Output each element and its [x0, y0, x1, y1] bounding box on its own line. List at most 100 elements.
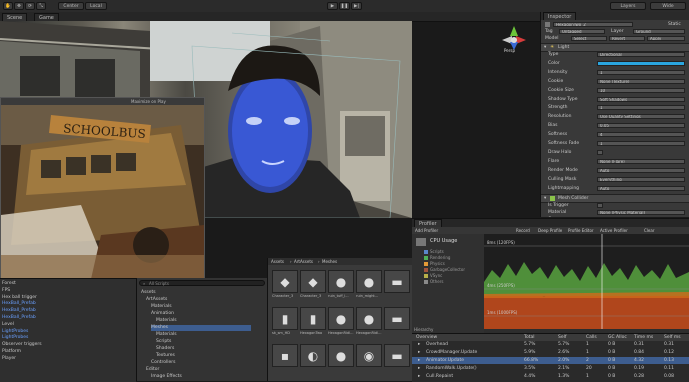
breadcrumb-artassets[interactable]: ArtAssets	[294, 258, 313, 265]
hierarchy-item[interactable]: Player	[2, 356, 16, 362]
asset-thumbnail[interactable]: ●	[356, 270, 382, 293]
asset-thumbnail[interactable]: ▮	[300, 307, 326, 330]
legend-swatch[interactable]	[424, 256, 428, 260]
hierarchy-item[interactable]: HexBall_Prefab	[2, 308, 36, 314]
add-profiler-dropdown[interactable]: Add Profiler	[415, 227, 438, 234]
project-folder-item[interactable]: Meshes	[151, 325, 251, 331]
expand-arrow-icon[interactable]: ▸	[418, 349, 420, 356]
hierarchy-item[interactable]: FPS	[2, 288, 10, 294]
hierarchy-item[interactable]: Forest	[2, 281, 16, 287]
project-folder-item[interactable]: Materials	[151, 304, 172, 310]
table-row[interactable]: RandomWalk.Update() 3.5% 2.1% 20 0 B 0.19 0.11…	[412, 365, 689, 372]
legend-swatch[interactable]	[424, 280, 428, 284]
prop-value-field[interactable]: 1	[597, 69, 685, 75]
legend-swatch[interactable]	[424, 268, 428, 272]
expand-arrow-icon[interactable]: ▸	[418, 341, 420, 348]
column-header[interactable]: Total	[524, 334, 535, 341]
column-header[interactable]: Calls	[586, 334, 597, 341]
tab-game[interactable]: Game	[34, 13, 59, 21]
asset-thumbnail[interactable]: ▬	[384, 344, 410, 367]
model-select-button[interactable]: Select	[571, 36, 607, 41]
hierarchy-item[interactable]: Level	[2, 322, 14, 328]
legend-swatch[interactable]	[424, 250, 428, 254]
active-profiler-dropdown[interactable]: Active Profiler	[600, 227, 628, 234]
prop-value-field[interactable]: None (Physic Material)	[597, 210, 685, 215]
prop-value-field[interactable]: 1	[597, 141, 685, 146]
prop-value-field[interactable]	[597, 149, 603, 155]
project-folder-item[interactable]: Materials	[156, 332, 177, 338]
table-row[interactable]: Overhead 5.7% 5.7% 1 0 B 0.31 0.31 ▸	[412, 341, 689, 348]
prop-value-field[interactable]: 0.05	[597, 123, 685, 129]
object-active-checkbox[interactable]	[545, 22, 550, 27]
asset-thumbnail[interactable]: ▬	[384, 270, 410, 293]
rotate-tool-button[interactable]: ⟳	[25, 2, 35, 10]
expand-arrow-icon[interactable]: ▸	[418, 357, 420, 364]
object-name-field[interactable]: HexagonTwo_2	[553, 22, 633, 27]
asset-thumbnail[interactable]: ▬	[384, 307, 410, 330]
play-button[interactable]: ▶	[327, 2, 338, 10]
asset-thumbnail[interactable]: ◐	[300, 344, 326, 367]
prop-value-field[interactable]: Use Quality Settings	[597, 114, 685, 120]
table-row[interactable]: CrowdManager.Update 5.9% 2.6% 1 0 B 0.84 0.12 ▸	[412, 349, 689, 356]
prop-value-field[interactable]: Auto	[597, 185, 685, 191]
project-folder-item[interactable]: Animation	[151, 311, 174, 317]
table-row[interactable]: Cull.Repaint 4.4% 1.3% 1 0 B 0.28 0.08 ▸	[412, 373, 689, 380]
space-toggle-button[interactable]: Local	[85, 2, 107, 10]
scene-orientation-gizmo[interactable]: Persp	[500, 24, 528, 54]
column-header[interactable]: Time ms	[634, 334, 653, 341]
hierarchy-mode-label[interactable]: Hierarchy	[414, 327, 433, 332]
project-folder-item[interactable]: ArtAssets	[146, 297, 167, 303]
asset-thumbnail[interactable]: ◉	[356, 344, 382, 367]
asset-thumbnail[interactable]: ◆	[300, 270, 326, 293]
collider-enabled-checkbox[interactable]	[550, 196, 555, 201]
asset-thumbnail[interactable]: ●	[356, 307, 382, 330]
prop-value-field[interactable]: None (Flare)	[597, 158, 685, 164]
cpu-usage-graph[interactable]: 8ms (120FPS) 4ms (250FPS) 1ms (1000FPS)	[484, 234, 689, 329]
project-folder-item[interactable]: Scripts	[156, 339, 171, 345]
expand-arrow-icon[interactable]: ▸	[418, 365, 420, 372]
legend-swatch[interactable]	[424, 274, 428, 278]
project-folder-item[interactable]: Textures	[156, 353, 175, 359]
asset-thumbnail[interactable]: ●	[328, 344, 354, 367]
asset-thumbnail[interactable]: ◆	[272, 270, 298, 293]
pivot-toggle-button[interactable]: Center	[58, 2, 84, 10]
tab-profiler[interactable]: Profiler	[414, 219, 442, 227]
asset-thumbnail[interactable]: ▪	[272, 344, 298, 367]
column-header[interactable]: Overview	[416, 334, 437, 341]
prop-value-field[interactable]: Everything	[597, 176, 685, 182]
hierarchy-item[interactable]: Observer triggers	[2, 342, 42, 348]
breadcrumb-assets[interactable]: Assets	[271, 258, 284, 265]
game-view[interactable]: Maximize on Play SCHOOLBUS	[0, 97, 205, 280]
breadcrumb-meshes[interactable]: Meshes	[322, 258, 337, 265]
project-folder-item[interactable]: Controllers	[151, 360, 175, 366]
project-folder-item[interactable]: Assets	[141, 290, 156, 296]
scale-tool-button[interactable]: ⤡	[36, 2, 46, 10]
static-checkbox[interactable]: Static	[668, 21, 681, 28]
hierarchy-item[interactable]: LightProbes	[2, 335, 28, 341]
hierarchy-item[interactable]: LightProbes	[2, 329, 28, 335]
hierarchy-item[interactable]: Platform	[2, 349, 21, 355]
asset-thumbnail[interactable]: ▮	[272, 307, 298, 330]
prop-value-field[interactable]: 10	[597, 87, 685, 93]
prop-value-field[interactable]: Directional	[597, 52, 685, 57]
project-search-field[interactable]: ⌕ All Scripts	[139, 280, 265, 286]
prop-value-field[interactable]	[597, 60, 685, 66]
tab-inspector[interactable]: Inspector	[543, 12, 577, 20]
prop-value-field[interactable]: 4	[597, 132, 685, 138]
layer-dropdown[interactable]: Ground	[633, 29, 685, 34]
hierarchy-item[interactable]: HexBall_Prefab	[2, 315, 36, 321]
table-row[interactable]: Animator.Update 66.8% 2.0% 2 0 B 4.32 0.13 ▸	[412, 357, 689, 364]
project-folder-item[interactable]: Materials	[156, 318, 177, 324]
column-header[interactable]: Self ms	[664, 334, 681, 341]
pause-button[interactable]: ❚❚	[339, 2, 350, 10]
project-folder-item[interactable]: Shaders	[156, 346, 174, 352]
prop-value-field[interactable]: 1	[597, 105, 685, 111]
asset-thumbnail[interactable]: ●	[328, 307, 354, 330]
model-apply-button[interactable]: Apply	[647, 36, 685, 41]
expand-arrow-icon[interactable]: ▸	[418, 373, 420, 380]
layout-dropdown[interactable]: Wide	[650, 2, 686, 10]
clear-button[interactable]: Clear	[644, 227, 654, 234]
hierarchy-item[interactable]: Hex ball trigger	[2, 295, 37, 301]
model-revert-button[interactable]: Revert	[609, 36, 645, 41]
prop-value-field[interactable]: Auto	[597, 167, 685, 173]
